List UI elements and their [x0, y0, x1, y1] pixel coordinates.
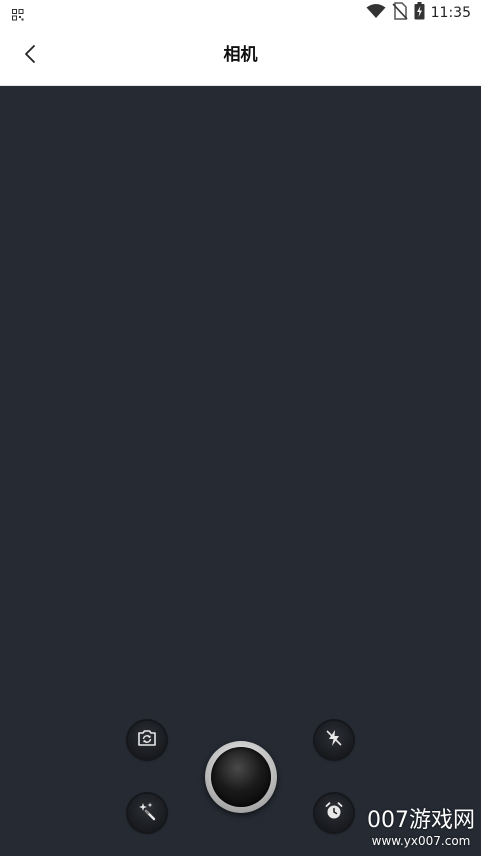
switch-camera-icon [137, 729, 157, 751]
shutter-button-core [211, 747, 271, 807]
timer-button[interactable] [315, 794, 353, 832]
flash-off-icon [324, 728, 344, 752]
qr-icon [12, 6, 24, 25]
watermark-url: www.yx007.com [371, 834, 471, 848]
status-bar: 11:35 [0, 0, 481, 26]
title-bar: 相机 [0, 26, 481, 86]
page-title: 相机 [223, 45, 258, 65]
wifi-icon [366, 3, 386, 23]
flash-toggle-button[interactable] [315, 721, 353, 759]
status-time: 11:35 [430, 5, 471, 21]
beauty-magic-icon [137, 801, 157, 825]
no-sim-icon [392, 2, 408, 24]
beauty-filter-button[interactable] [128, 794, 166, 832]
camera-screen: 11:35 相机 007游戏网 www.yx007.com [0, 0, 481, 856]
watermark: 007游戏网 www.yx007.com [367, 808, 475, 848]
shutter-button[interactable] [205, 741, 277, 813]
timer-icon [324, 801, 344, 825]
status-icons: 11:35 [366, 2, 471, 24]
battery-charging-icon [414, 2, 425, 24]
watermark-logo: 007游戏网 [367, 808, 475, 833]
switch-camera-button[interactable] [128, 721, 166, 759]
